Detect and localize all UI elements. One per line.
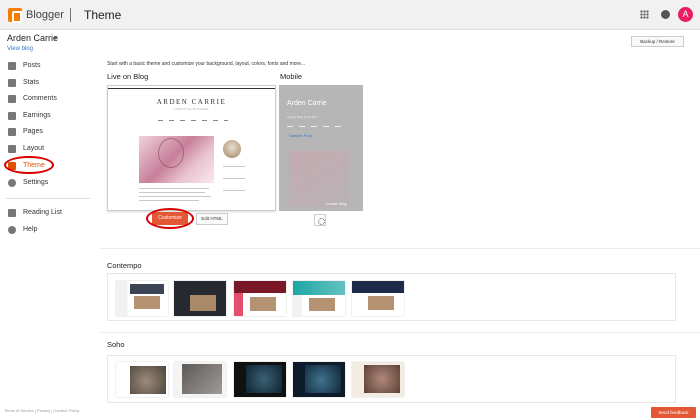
preview-profile-photo	[223, 140, 241, 158]
sidebar-item-reading-list[interactable]: Reading List	[0, 206, 100, 220]
apps-grid-icon[interactable]	[640, 10, 649, 19]
sidebar-item-settings[interactable]: Settings	[0, 176, 100, 190]
blog-selector[interactable]: Arden Carrie	[7, 33, 58, 43]
blogger-logo-icon[interactable]	[8, 8, 22, 23]
preview-text-line	[139, 196, 211, 197]
top-bar: Blogger Theme A	[0, 0, 700, 30]
theme-thumbnail-soho-light[interactable]	[116, 362, 168, 397]
sidebar-item-comments[interactable]: Comments	[0, 92, 100, 106]
theme-thumbnail-contempo-red[interactable]	[234, 281, 286, 316]
mobile-theme-preview[interactable]: Arden Carrie Lifestyle Blog | by the Tea…	[279, 85, 363, 211]
pages-icon	[8, 128, 16, 136]
send-feedback-button[interactable]: Send feedback	[651, 407, 696, 418]
sidebar-item-label: Comments	[23, 95, 57, 102]
customize-highlight-annotation	[146, 208, 194, 229]
preview-side-line	[223, 190, 245, 191]
theme-intro-text: Start with a basic theme and customize y…	[107, 61, 306, 67]
page-title: Theme	[84, 8, 122, 22]
theme-highlight-annotation	[4, 156, 54, 174]
contempo-heading: Contempo	[107, 261, 142, 270]
footer-links[interactable]: Terms of Service | Privacy | Content Pol…	[4, 408, 79, 413]
soho-theme-row	[107, 355, 676, 403]
theme-thumbnail-soho-dark[interactable]	[234, 362, 286, 397]
preview-text-line	[139, 192, 205, 193]
layout-icon	[8, 145, 16, 153]
sidebar-item-label: Help	[23, 226, 38, 233]
sidebar-item-label: Reading List	[23, 209, 62, 216]
settings-icon	[8, 179, 16, 187]
sidebar-item-help[interactable]: Help	[0, 223, 100, 237]
sidebar-item-label: Layout	[23, 145, 45, 152]
preview-top-rule	[108, 88, 275, 89]
mobile-preview-overlay: Cruise Vlog	[326, 201, 347, 206]
earnings-icon	[8, 112, 16, 120]
theme-thumbnail-soho-beige[interactable]	[352, 362, 404, 397]
section-divider	[100, 332, 700, 333]
posts-icon	[8, 62, 16, 70]
mobile-preview-link: Sample Post	[289, 133, 312, 138]
preview-nav	[158, 120, 228, 121]
theme-thumbnail-contempo-teal[interactable]	[293, 281, 345, 316]
mobile-preview-tabs	[287, 126, 347, 127]
contempo-theme-row	[107, 273, 676, 321]
reading-list-icon	[8, 209, 16, 217]
sidebar-item-label: Earnings	[23, 112, 51, 119]
mobile-preview-subtitle: Lifestyle Blog | by the Team	[287, 116, 318, 119]
theme-thumbnail-soho-gray[interactable]	[174, 362, 226, 397]
sidebar-item-earnings[interactable]: Earnings	[0, 109, 100, 123]
sidebar-item-label: Posts	[23, 62, 41, 69]
view-blog-link[interactable]: View blog	[7, 46, 33, 52]
sidebar-item-label: Settings	[23, 179, 49, 186]
preview-blog-subtitle: LIFESTYLE BLOGGER	[174, 108, 209, 111]
theme-thumbnail-contempo-navy[interactable]	[352, 281, 404, 316]
notifications-icon[interactable]	[661, 10, 670, 19]
sidebar-item-label: Stats	[23, 79, 39, 86]
theme-thumbnail-contempo-light[interactable]	[116, 281, 168, 316]
theme-thumbnail-contempo-dark[interactable]	[174, 281, 226, 316]
live-theme-preview[interactable]: ARDEN CARRIE LIFESTYLE BLOGGER	[107, 85, 276, 211]
mobile-preview-title: Arden Carrie	[287, 100, 327, 107]
help-icon	[8, 226, 16, 234]
mobile-preview-image	[289, 151, 349, 207]
sidebar-item-stats[interactable]: Stats	[0, 76, 100, 90]
edit-html-button[interactable]: Edit HTML	[196, 213, 228, 225]
comments-icon	[8, 95, 16, 103]
preview-blog-title: ARDEN CARRIE	[156, 98, 227, 106]
backup-restore-button[interactable]: Backup / Restore	[631, 36, 684, 47]
mobile-heading: Mobile	[280, 72, 303, 81]
theme-thumbnail-soho-navy[interactable]	[293, 362, 345, 397]
sidebar-item-layout[interactable]: Layout	[0, 142, 100, 156]
sidebar-item-posts[interactable]: Posts	[0, 59, 100, 73]
soho-heading: Soho	[107, 340, 125, 349]
ferris-wheel-graphic	[158, 138, 184, 168]
avatar[interactable]: A	[678, 7, 693, 22]
mobile-settings-gear-icon[interactable]	[314, 214, 326, 226]
sidebar-item-label: Pages	[23, 128, 43, 135]
stats-icon	[8, 79, 16, 87]
chevron-down-icon[interactable]	[53, 37, 57, 40]
preview-text-line	[139, 188, 209, 189]
header-divider	[70, 8, 71, 22]
preview-text-line	[139, 200, 199, 201]
sidebar-divider	[6, 198, 90, 199]
section-divider	[100, 248, 700, 249]
sidebar-item-pages[interactable]: Pages	[0, 125, 100, 139]
brand-name[interactable]: Blogger	[26, 9, 64, 21]
preview-side-line	[223, 166, 245, 167]
preview-side-line	[223, 178, 245, 179]
live-on-blog-heading: Live on Blog	[107, 72, 149, 81]
